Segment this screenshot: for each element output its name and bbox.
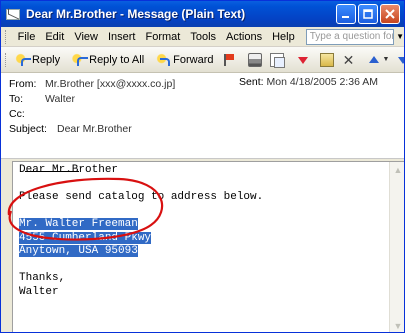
menu-format[interactable]: Format bbox=[140, 28, 185, 46]
to-row: To: Walter bbox=[9, 91, 396, 106]
body-line[interactable] bbox=[19, 178, 263, 192]
message-window: Dear Mr.Brother - Message (Plain Text) F… bbox=[0, 0, 405, 333]
reply-all-icon bbox=[72, 52, 89, 67]
previous-item-icon bbox=[368, 53, 380, 67]
selected-text[interactable]: Anytown, USA 95093 bbox=[19, 245, 138, 257]
window-title: Dear Mr.Brother - Message (Plain Text) bbox=[26, 7, 246, 21]
menu-bar: File Edit View Insert Format Tools Actio… bbox=[1, 27, 404, 47]
delete-icon: ✕ bbox=[342, 51, 355, 68]
menu-tools[interactable]: Tools bbox=[185, 28, 221, 46]
body-line[interactable]: Dear Mr.Brother bbox=[19, 164, 263, 178]
forward-icon bbox=[156, 52, 171, 67]
message-toolbar: Reply Reply to All Forward ✕ ▼ ▼ ? » bbox=[1, 47, 404, 73]
vertical-scrollbar[interactable]: ▲ ▼ bbox=[389, 162, 404, 332]
close-button[interactable] bbox=[380, 4, 400, 24]
move-to-folder-icon bbox=[319, 52, 334, 67]
subject-value: Dear Mr.Brother bbox=[57, 122, 132, 135]
reply-all-button[interactable]: Reply to All bbox=[68, 49, 148, 71]
body-line[interactable]: Please send catalog to address below. bbox=[19, 191, 263, 205]
message-body-text[interactable]: Dear Mr.Brother Please send catalog to a… bbox=[19, 164, 263, 299]
copy-icon bbox=[269, 52, 285, 68]
previous-dropdown-icon[interactable]: ▼ bbox=[383, 56, 390, 63]
menu-edit[interactable]: Edit bbox=[40, 28, 69, 46]
next-item-icon bbox=[397, 53, 404, 67]
next-item-button[interactable]: ▼ bbox=[393, 49, 404, 71]
delete-button[interactable]: ✕ bbox=[338, 49, 360, 71]
menu-insert[interactable]: Insert bbox=[103, 28, 141, 46]
minimize-icon bbox=[342, 16, 349, 18]
close-icon bbox=[385, 9, 395, 19]
envelope-icon bbox=[6, 8, 20, 20]
sent-value: Mon 4/18/2005 2:36 AM bbox=[266, 76, 379, 88]
subject-label: Subject: bbox=[9, 122, 47, 135]
forward-button[interactable]: Forward bbox=[152, 49, 217, 71]
minimize-button[interactable] bbox=[336, 4, 356, 24]
print-icon bbox=[247, 52, 262, 67]
body-line[interactable] bbox=[19, 205, 263, 219]
toolbar-grip[interactable] bbox=[5, 52, 6, 67]
body-line[interactable]: Mr. Walter Freeman bbox=[19, 218, 263, 232]
to-label: To: bbox=[9, 92, 24, 105]
body-line[interactable]: Anytown, USA 95093 bbox=[19, 245, 263, 259]
menu-help[interactable]: Help bbox=[267, 28, 300, 46]
cc-row: Cc: bbox=[9, 106, 396, 121]
menu-view[interactable]: View bbox=[69, 28, 103, 46]
message-header: From: Mr.Brother [xxx@xxxx.co.jp] Sent: … bbox=[1, 73, 404, 159]
reply-label: Reply bbox=[32, 53, 61, 66]
body-line[interactable]: Walter bbox=[19, 286, 263, 300]
previous-item-button[interactable]: ▼ bbox=[364, 49, 394, 71]
follow-up-button[interactable] bbox=[292, 49, 312, 71]
selected-text[interactable]: 4555 Cumberland Pkwy bbox=[19, 231, 152, 244]
subject-row: Subject: Dear Mr.Brother bbox=[9, 121, 396, 136]
title-bar[interactable]: Dear Mr.Brother - Message (Plain Text) bbox=[1, 1, 404, 27]
window-controls bbox=[336, 4, 400, 24]
sent-label: Sent: bbox=[239, 76, 264, 88]
body-line[interactable]: Thanks, bbox=[19, 272, 263, 286]
toolbar-grip[interactable] bbox=[5, 29, 8, 44]
body-line[interactable]: 4555 Cumberland Pkwy bbox=[19, 231, 263, 246]
from-value[interactable]: Mr.Brother [xxx@xxxx.co.jp] bbox=[45, 78, 175, 90]
print-button[interactable] bbox=[244, 49, 266, 71]
scroll-up-icon[interactable]: ▲ bbox=[390, 162, 404, 178]
reply-icon bbox=[15, 52, 31, 67]
menu-file[interactable]: File bbox=[13, 28, 41, 46]
body-line[interactable] bbox=[19, 259, 263, 273]
move-to-folder-button[interactable] bbox=[316, 49, 338, 71]
reply-button[interactable]: Reply bbox=[11, 49, 64, 71]
reply-all-label: Reply to All bbox=[89, 53, 145, 66]
maximize-button[interactable] bbox=[358, 4, 378, 24]
maximize-icon bbox=[363, 9, 373, 19]
sent-row: Sent: Mon 4/18/2005 2:36 AM bbox=[239, 76, 378, 88]
scroll-down-icon[interactable]: ▼ bbox=[390, 318, 404, 332]
help-search-input[interactable]: Type a question for help bbox=[305, 28, 395, 45]
to-value[interactable]: Walter bbox=[45, 93, 75, 105]
menu-actions[interactable]: Actions bbox=[221, 28, 267, 46]
cc-label: Cc: bbox=[9, 107, 25, 120]
from-label: From: bbox=[9, 77, 37, 90]
copy-button[interactable] bbox=[266, 49, 288, 71]
flag-icon bbox=[222, 53, 236, 67]
flag-button[interactable] bbox=[218, 49, 240, 71]
message-body[interactable]: Dear Mr.Brother Please send catalog to a… bbox=[12, 161, 404, 332]
selected-text[interactable]: Mr. Walter Freeman bbox=[19, 218, 138, 230]
help-dropdown-icon[interactable]: ▼ bbox=[396, 32, 404, 41]
forward-label: Forward bbox=[173, 53, 214, 66]
follow-up-flag-icon bbox=[296, 53, 308, 67]
